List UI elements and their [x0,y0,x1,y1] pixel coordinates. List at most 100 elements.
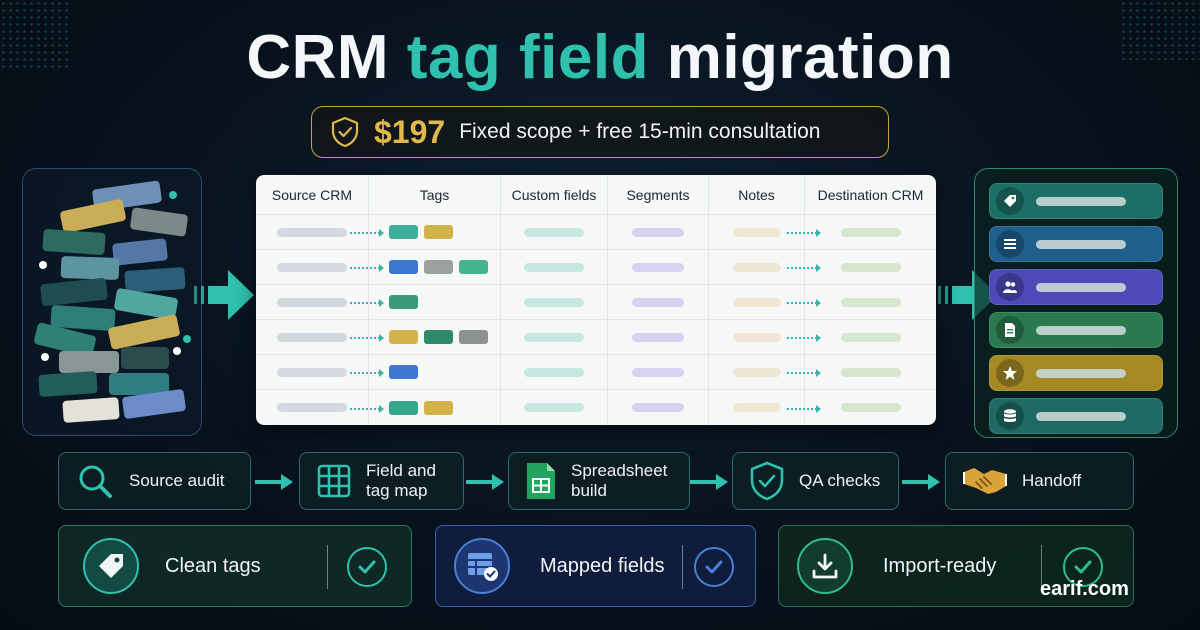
tag-icon [83,538,139,594]
price-amount: $197 [374,113,446,150]
column-header: Destination CRM [817,186,924,203]
title-accent: tag field [406,23,649,92]
tag-chip [424,260,453,274]
table-cell [350,215,501,249]
title-part-2: migration [666,23,954,92]
tag-chip [389,365,418,379]
placeholder-bar [840,297,901,307]
placeholder-bar [632,227,684,237]
table-cell [501,250,608,284]
placeholder-bar [840,332,901,342]
column-header: Source CRM [256,175,369,214]
download-icon [797,538,853,594]
decorative-dot [169,191,177,199]
mapping-arrow-icon [787,264,821,272]
table-cell [350,320,501,354]
tag-chip [42,228,106,256]
table-cell [608,355,709,389]
destination-item [989,355,1163,391]
table-row [256,250,936,285]
destination-item [989,226,1163,262]
table-cell [350,285,501,319]
placeholder-bar [732,332,781,342]
check-icon [347,547,387,587]
star-icon [996,359,1024,387]
placeholder-bar [840,227,901,237]
table-row [256,320,936,355]
mapping-table: Source CRM Tags Custom fields Segments N… [256,175,936,425]
placeholder-bar [1036,196,1126,206]
placeholder-bar [632,367,684,377]
mapping-arrow-icon [787,299,821,307]
tag-chip [424,225,453,239]
tag-chip [424,330,453,344]
decorative-dot [173,347,181,355]
outcome-clean-tags: Clean tags [58,525,412,607]
table-cell [350,390,501,425]
page-title: CRM tag field migration [0,22,1200,93]
tag-chip [389,400,418,415]
table-body [256,215,936,425]
table-row [256,285,936,320]
step-handoff: Handoff [945,452,1134,510]
destination-item [989,398,1163,434]
placeholder-bar [732,262,781,272]
step-qa-checks: QA checks [732,452,899,510]
tag-chip [40,277,108,307]
table-cell [350,250,501,284]
placeholder-bar [277,367,347,377]
placeholder-bar [524,403,584,412]
watermark: earif.com [1040,578,1129,600]
table-cell [501,390,608,425]
tag-chip [459,260,488,274]
step-label: QA checks [799,471,881,490]
placeholder-bar [1036,411,1126,421]
destination-panel [974,168,1178,438]
mapping-arrow-icon [350,369,384,377]
placeholder-bar [277,262,347,272]
tag-chip [459,330,488,344]
table-cell [608,390,709,425]
divider [327,545,328,589]
outcome-mapped-fields: Mapped fields [435,525,756,607]
tag-chip [124,266,186,294]
tag-chip [424,400,453,415]
placeholder-bar [524,332,584,342]
placeholder-bar [524,297,584,307]
tag-icon [996,187,1024,215]
tag-chip [59,198,127,234]
table-cell [608,285,709,319]
users-icon [996,273,1024,301]
mapping-arrow-icon [350,264,384,272]
step-spreadsheet-build: Spreadsheet build [508,452,690,510]
placeholder-bar [524,262,584,272]
tag-chip [389,260,418,274]
list-icon [996,230,1024,258]
table-cell [787,215,936,249]
document-icon [996,316,1024,344]
tag-chip [60,255,120,281]
mapping-arrow-icon [787,229,821,237]
column-header: Tags [369,175,501,214]
table-cell [787,355,936,389]
placeholder-bar [732,297,781,307]
source-tag-cloud [22,168,202,436]
placeholder-bar [840,403,901,412]
tag-chip [389,330,418,344]
outcome-label: Import-ready [883,554,997,577]
tag-chip [59,351,119,373]
table-cell [608,320,709,354]
column-header: Notes [709,175,805,214]
table-row [256,390,936,425]
mapping-arrow-icon [787,369,821,377]
step-field-tag-map: Field and tag map [299,452,464,510]
decorative-dot [183,335,191,343]
placeholder-bar [1036,325,1126,335]
mapping-arrow-icon [787,404,821,413]
placeholder-bar [732,367,781,377]
table-cell [608,250,709,284]
placeholder-bar [1036,368,1126,378]
table-cell [787,390,936,425]
mapping-arrow-icon [787,334,821,342]
mapping-arrow-icon [350,334,384,342]
